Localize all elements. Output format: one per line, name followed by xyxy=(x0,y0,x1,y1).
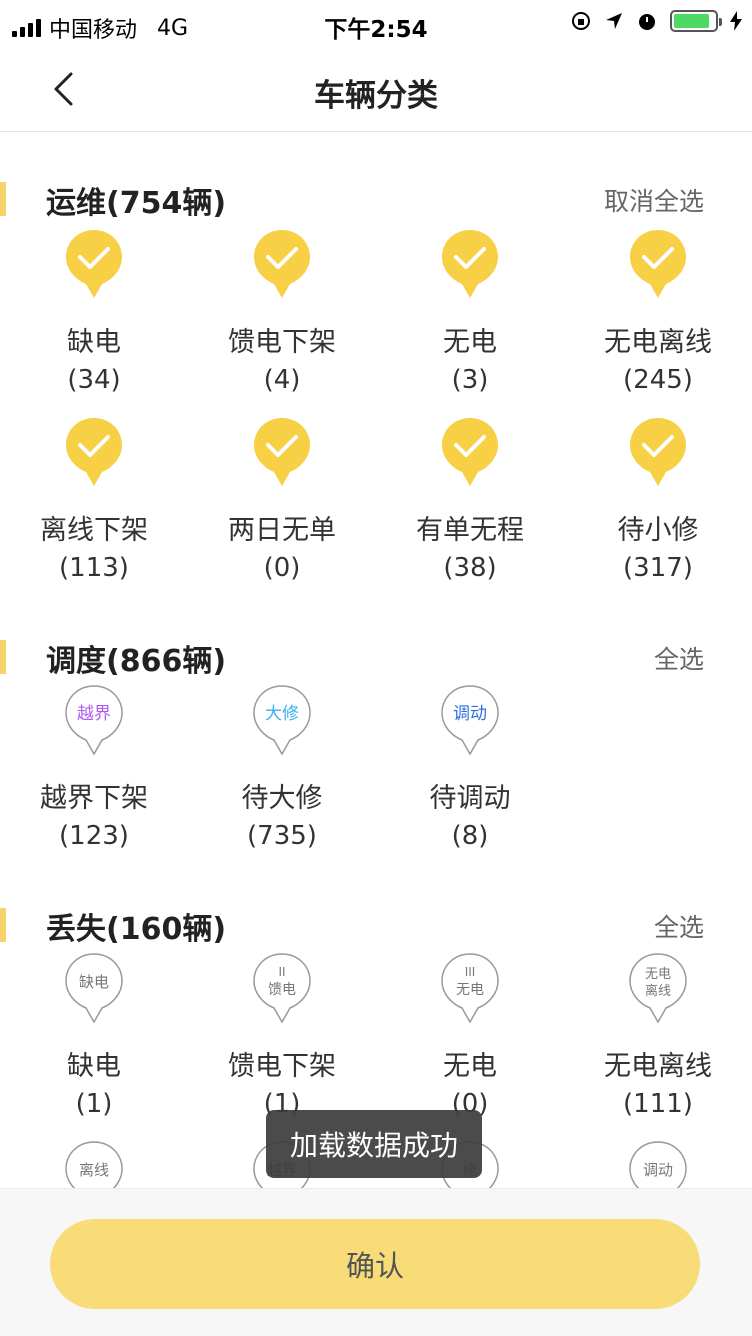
category-label: 待小修 xyxy=(617,515,699,546)
pin-text: 越界 xyxy=(77,704,111,724)
location-icon xyxy=(606,13,622,29)
category-item[interactable]: 缺电 (34) xyxy=(0,228,188,395)
category-count: (245) xyxy=(623,365,693,395)
bottom-bar: 确认 xyxy=(0,1188,752,1336)
pin-text: 离线 xyxy=(79,1161,109,1179)
section-accent-bar xyxy=(0,182,6,216)
category-label: 越界下架 xyxy=(40,783,148,814)
section-title: 运维(754辆) xyxy=(46,186,227,221)
category-item[interactable]: 缺电 缺电 (1) xyxy=(0,952,188,1119)
feed-power-pin-icon: II 馈电 xyxy=(253,953,311,1024)
no-power-offline-pin-icon: 无电离线 xyxy=(629,953,687,1024)
check-pin-icon xyxy=(254,418,310,486)
category-item[interactable]: 无电 (3) xyxy=(376,228,564,395)
category-label: 无电离线 xyxy=(604,1051,712,1082)
section-accent-bar xyxy=(0,908,6,942)
category-item[interactable]: 调动 xyxy=(564,1140,752,1188)
category-label: 馈电下架 xyxy=(228,1051,336,1082)
category-item[interactable]: 馈电下架 (4) xyxy=(188,228,376,395)
dispatch-pin-icon: 调动 xyxy=(441,685,499,756)
status-bar: 中国移动 4G 下午2:54 xyxy=(0,0,752,48)
category-item[interactable]: 越界 越界下架 (123) xyxy=(0,684,188,851)
section-title: 调度(866辆) xyxy=(46,644,227,679)
category-item[interactable]: III 无电 无电 (0) xyxy=(376,952,564,1119)
category-item[interactable]: 无电 离线 无电离线 (111) xyxy=(564,952,752,1119)
category-item[interactable]: 调动 待调动 (8) xyxy=(376,684,564,851)
category-label: 两日无单 xyxy=(228,515,336,546)
category-item[interactable]: 离线下架 (113) xyxy=(0,416,188,583)
category-item[interactable]: 待小修 (317) xyxy=(564,416,752,583)
pin-text: 离线 xyxy=(645,983,671,999)
check-pin-icon xyxy=(254,230,310,298)
no-power-pin-icon: III 无电 xyxy=(441,953,499,1024)
category-count: (4) xyxy=(263,365,301,395)
select-all-button[interactable]: 全选 xyxy=(654,908,704,944)
low-battery-pin-icon: 缺电 xyxy=(65,953,123,1024)
nav-bar: 车辆分类 xyxy=(0,48,752,132)
page-title: 车辆分类 xyxy=(314,78,438,114)
category-item[interactable]: II 馈电 馈电下架 (1) xyxy=(188,952,376,1119)
category-count: (1) xyxy=(75,1089,113,1119)
pin-text-top: III xyxy=(465,965,476,979)
section-title: 丢失(160辆) xyxy=(46,912,227,947)
toast-message: 加载数据成功 xyxy=(266,1110,482,1178)
category-label: 离线下架 xyxy=(40,515,148,546)
pin-text: 无电 xyxy=(456,982,484,998)
category-label: 无电 xyxy=(443,1051,497,1082)
check-pin-icon xyxy=(442,230,498,298)
category-label: 待大修 xyxy=(241,783,323,814)
category-label: 待调动 xyxy=(429,783,511,814)
category-label: 无电 xyxy=(443,327,497,358)
category-count: (123) xyxy=(59,821,129,851)
select-all-button[interactable]: 全选 xyxy=(654,640,704,676)
pin-text: 缺电 xyxy=(79,973,109,991)
category-label: 无电离线 xyxy=(604,327,712,358)
category-label: 有单无程 xyxy=(416,515,524,546)
section-header: 丢失(160辆) 全选 xyxy=(0,896,752,956)
category-label: 缺电 xyxy=(67,1051,121,1082)
check-pin-icon xyxy=(630,418,686,486)
category-item[interactable]: 大修 待大修 (735) xyxy=(188,684,376,851)
pin-text: 调动 xyxy=(453,704,487,724)
check-pin-icon xyxy=(442,418,498,486)
category-label: 缺电 xyxy=(67,327,121,358)
pin-text: 馈电 xyxy=(268,982,296,998)
out-of-bounds-pin-icon: 越界 xyxy=(65,685,123,756)
category-count: (113) xyxy=(59,553,129,583)
deselect-all-button[interactable]: 取消全选 xyxy=(604,182,704,218)
category-count: (38) xyxy=(443,553,497,583)
category-item[interactable]: 离线 xyxy=(0,1140,188,1188)
battery-icon xyxy=(670,10,722,32)
dispatch-pin-icon: 调动 xyxy=(629,1141,687,1188)
pin-text-top: II xyxy=(278,965,285,979)
section-header: 运维(754辆) 取消全选 xyxy=(0,170,752,230)
category-item[interactable]: 两日无单 (0) xyxy=(188,416,376,583)
category-count: (317) xyxy=(623,553,693,583)
category-count: (735) xyxy=(247,821,317,851)
pin-text: 大修 xyxy=(265,704,299,724)
pin-text: 调动 xyxy=(643,1161,673,1179)
category-count: (34) xyxy=(67,365,121,395)
check-pin-icon xyxy=(630,230,686,298)
alarm-icon xyxy=(639,14,655,30)
charging-icon xyxy=(730,11,742,31)
status-right xyxy=(570,10,742,32)
pin-text-top: 无电 xyxy=(645,967,671,982)
category-item[interactable]: 无电离线 (245) xyxy=(564,228,752,395)
offline-pin-icon: 离线 xyxy=(65,1141,123,1188)
category-count: (3) xyxy=(451,365,489,395)
category-count: (8) xyxy=(451,821,489,851)
check-pin-icon xyxy=(66,230,122,298)
check-pin-icon xyxy=(66,418,122,486)
major-repair-pin-icon: 大修 xyxy=(253,685,311,756)
category-count: (0) xyxy=(263,553,301,583)
category-item[interactable]: 有单无程 (38) xyxy=(376,416,564,583)
category-count: (111) xyxy=(623,1089,693,1119)
rotation-lock-icon xyxy=(572,12,590,30)
section-header: 调度(866辆) 全选 xyxy=(0,628,752,688)
confirm-button[interactable]: 确认 xyxy=(50,1219,700,1309)
section-accent-bar xyxy=(0,640,6,674)
category-label: 馈电下架 xyxy=(228,327,336,358)
category-list[interactable]: 运维(754辆) 取消全选 缺电 (34) 馈电下架 (4) 无电 (3) 无电… xyxy=(0,132,752,1188)
